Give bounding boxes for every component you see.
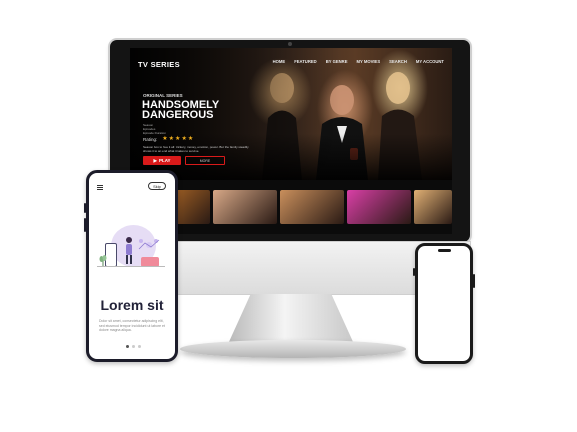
play-icon: ▶ xyxy=(153,157,157,163)
rating-label: Rating: xyxy=(143,136,158,142)
mobile-phone-right xyxy=(413,243,475,364)
phone-side-button xyxy=(84,203,86,213)
pagination-dots xyxy=(126,345,141,348)
monitor-stand xyxy=(228,294,354,344)
nav-my-movies[interactable]: MY MOVIES xyxy=(356,59,380,64)
phone-notch xyxy=(438,249,451,252)
skip-button[interactable]: Skip xyxy=(148,182,166,190)
hero-title: HANDSOMELY DANGEROUS xyxy=(142,100,282,121)
mobile-phone-left: Skip Lorem sit Dolor sit amet, consectet… xyxy=(84,170,178,362)
hamburger-menu-icon[interactable] xyxy=(97,185,103,190)
brand-logo: TV SERIES xyxy=(138,60,180,69)
hero-description: Season box to hue it all: trickery, mone… xyxy=(143,145,249,153)
illustration-ground xyxy=(97,266,165,267)
thumbnail-3[interactable] xyxy=(213,190,278,224)
chart-illustration-icon xyxy=(138,239,160,250)
onboarding-title: Lorem sit xyxy=(100,297,164,313)
monitor-base xyxy=(180,340,406,358)
nav-featured[interactable]: FEATURED xyxy=(294,59,317,64)
play-label: PLAY xyxy=(158,158,171,163)
phone-side-button xyxy=(413,268,415,276)
top-nav: HOME FEATURED BY GENRE MY MOVIES SEARCH … xyxy=(273,59,444,64)
star-icon: ★ xyxy=(181,136,187,142)
hero-meta: Season Episodes Episode Duration xyxy=(143,123,167,135)
monitor-screen: TV SERIES HOME FEATURED BY GENRE MY MOVI… xyxy=(130,48,452,234)
thumbnail-6[interactable] xyxy=(413,190,452,224)
play-button[interactable]: ▶ PLAY xyxy=(143,156,181,165)
rating-stars: ★ ★ ★ ★ ★ xyxy=(162,136,193,142)
hero-kicker: ORIGINAL SERIES xyxy=(143,93,183,98)
star-icon: ★ xyxy=(175,136,181,142)
thumbnail-row xyxy=(130,190,452,224)
person-illustration-icon xyxy=(126,237,132,264)
onboarding-body: Dolor sit amet, consectetur adipiscing e… xyxy=(99,319,165,333)
phone-side-button xyxy=(84,218,86,232)
meta-duration: Episode Duration xyxy=(143,130,167,135)
nav-home[interactable]: HOME xyxy=(273,59,286,64)
rating: Rating: ★ ★ ★ ★ ★ xyxy=(143,136,193,142)
nav-my-account[interactable]: MY ACCOUNT xyxy=(416,59,444,64)
more-button[interactable]: MORE xyxy=(185,156,225,165)
pagination-dot[interactable] xyxy=(126,345,129,348)
star-icon: ★ xyxy=(187,136,194,142)
thumbnail-5[interactable] xyxy=(346,190,411,224)
star-icon: ★ xyxy=(162,136,168,142)
nav-by-genre[interactable]: BY GENRE xyxy=(326,59,348,64)
thumbnail-4[interactable] xyxy=(280,190,344,224)
camera-dot xyxy=(288,42,292,46)
nav-search[interactable]: SEARCH xyxy=(389,59,407,64)
hero-title-line2: DANGEROUS xyxy=(142,109,214,121)
phone-side-button xyxy=(473,274,475,288)
pagination-dot[interactable] xyxy=(138,345,141,348)
pagination-dot[interactable] xyxy=(132,345,135,348)
star-icon: ★ xyxy=(168,136,175,142)
